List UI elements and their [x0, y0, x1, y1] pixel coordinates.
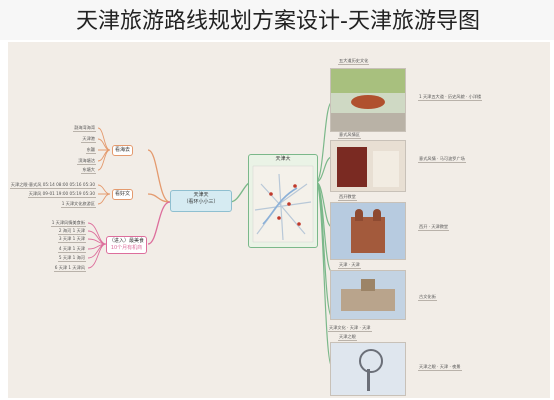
right-item-3-photo — [330, 202, 406, 260]
connector-left-2-leaves — [97, 184, 111, 205]
center-node: 天津天 （看环小小三） — [170, 190, 232, 212]
left-branch-2-leaf-2: 天津风 09-01 19:00 05:19 05:30 — [27, 191, 96, 198]
right-item-2-label: 意式风情 · 马可波罗广场 — [418, 156, 466, 163]
right-item-6-photo — [330, 342, 406, 396]
connector-left-3-leaves — [87, 222, 107, 269]
connector-left-1-leaves — [97, 127, 111, 171]
center-node-line2: （看环小小三） — [183, 199, 219, 205]
left-branch-2-leaf-1: 天津之眼·意式风 05:14 08:00 05:16 05:30 — [9, 182, 96, 189]
left-branch-3-leaf-4: 4 天津 1 天津 — [57, 246, 86, 253]
right-item-4-caption: 天津 · 天津 — [338, 262, 361, 269]
left-branch-2-leaf-3: 1 天津文化旅游区 — [60, 201, 96, 208]
right-item-1-label: 1 天津五大道 · 历史风貌 · 小洋楼 — [418, 94, 483, 101]
left-branch-1-leaf-3: 东疆 — [85, 147, 96, 154]
right-item-4-photo — [330, 270, 406, 320]
mindmap-canvas: 天津天 （看环小小三） 看海去 渤海湾海湾 天津港 东疆 滨海塘沽 东塘大 看好… — [8, 42, 550, 398]
left-branch-3-leaf-6: 6 天津 1 天津风 — [53, 265, 86, 272]
right-item-5-caption: 古文化街 — [418, 294, 437, 301]
left-branch-3: （进入）最美食 10个月有机商 — [106, 236, 148, 254]
center-node-line1: 天津天 — [193, 192, 209, 198]
page-title: 天津旅游路线规划方案设计-天津旅游导图 — [0, 0, 554, 40]
right-item-2-caption: 意式风情区 — [338, 132, 361, 139]
city-map-roads — [252, 165, 314, 243]
left-branch-3-leaf-3: 3 天津 1 天津 — [57, 236, 86, 243]
right-item-3-caption: 西开教堂 — [338, 194, 357, 201]
right-item-2-photo — [330, 140, 406, 192]
left-branch-1-leaf-2: 天津港 — [81, 136, 96, 143]
left-branch-2: 看好文 — [112, 189, 134, 200]
right-item-4-label: 天津文化 · 天津 · 天津 — [328, 325, 372, 332]
left-branch-3-line1: （进入）最美食 — [109, 238, 145, 244]
left-branch-1: 看海去 — [112, 145, 134, 156]
right-item-6-label: 天津之眼 · 天津 · 夜景 — [418, 364, 462, 371]
right-item-1-photo — [330, 68, 406, 132]
left-branch-3-leaf-1: 1 天津风情美食街 — [50, 220, 86, 227]
left-branch-1-leaf-4: 滨海塘沽 — [77, 158, 96, 165]
right-item-1-caption: 五大道历史文化 — [338, 58, 370, 65]
connector-center-to-left-3 — [147, 201, 171, 245]
left-branch-1-leaf-1: 渤海湾海湾 — [73, 125, 96, 132]
city-map: 天津大 — [248, 154, 318, 248]
left-branch-3-line2: 10个月有机商 — [110, 245, 143, 251]
left-branch-3-leaf-5: 5 天津 1 海河 — [57, 255, 86, 262]
left-branch-1-leaf-5: 东塘大 — [81, 167, 96, 174]
left-branch-3-leaf-2: 2 海河 1 天津 — [57, 228, 86, 235]
right-item-6-caption: 天津之眼 — [338, 334, 357, 341]
city-map-title: 天津大 — [275, 156, 291, 162]
right-item-3-label: 西开 · 天津教堂 — [418, 224, 450, 231]
